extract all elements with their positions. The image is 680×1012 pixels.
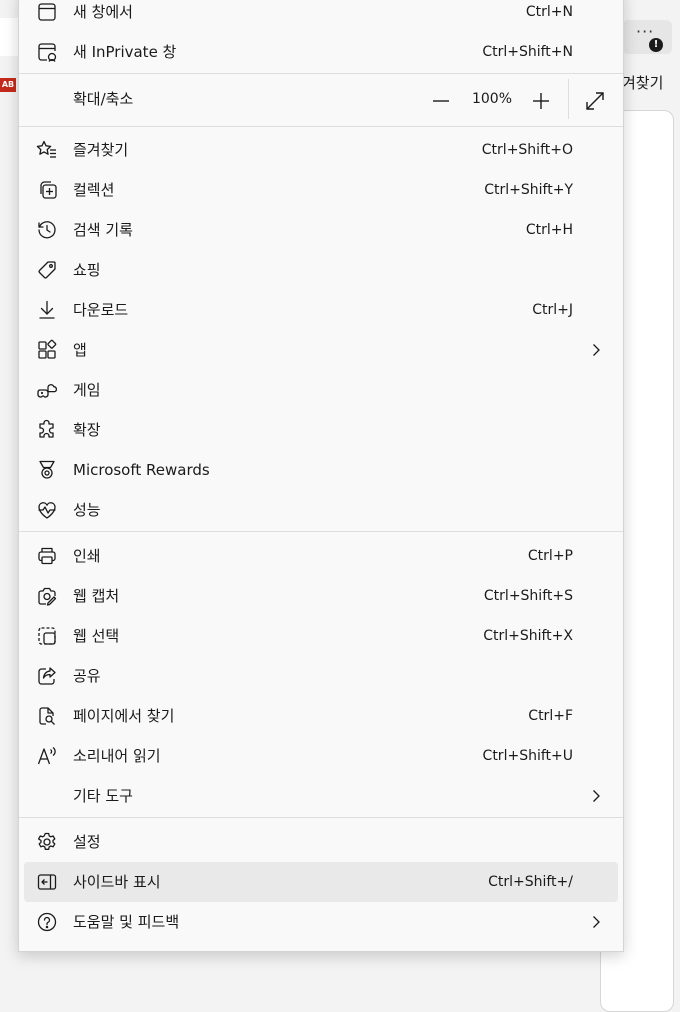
menu-item-web-capture[interactable]: 웹 캡처 Ctrl+Shift+S	[19, 576, 623, 616]
zoom-out-button[interactable]	[429, 89, 453, 113]
menu-item-shortcut: Ctrl+Shift+/	[488, 874, 573, 890]
menu-item-apps[interactable]: 앱	[19, 330, 623, 370]
menu-item-favorites[interactable]: 즐겨찾기 Ctrl+Shift+O	[19, 130, 623, 170]
settings-and-more-button[interactable]: ··· !	[622, 20, 672, 54]
inprivate-icon	[35, 40, 59, 64]
web-capture-icon	[35, 584, 59, 608]
menu-item-shortcut: Ctrl+Shift+U	[482, 748, 573, 764]
menu-item-shortcut: Ctrl+F	[528, 708, 573, 724]
new-window-icon	[35, 0, 59, 24]
menu-item-shortcut: Ctrl+Shift+S	[483, 588, 573, 604]
zoom-label: 확대/축소	[73, 90, 134, 108]
menu-item-shortcut: Ctrl+P	[527, 548, 573, 564]
apps-icon	[35, 338, 59, 362]
extensions-icon	[35, 418, 59, 442]
menu-item-print[interactable]: 인쇄 Ctrl+P	[19, 536, 623, 576]
chevron-right-icon	[588, 342, 604, 358]
shopping-tag-icon	[35, 258, 59, 282]
menu-item-shortcut: Ctrl+Shift+N	[482, 44, 573, 60]
menu-item-label: 새 InPrivate 창	[73, 43, 177, 61]
menu-item-label: 웹 선택	[73, 627, 120, 645]
menu-item-games[interactable]: 게임	[19, 370, 623, 410]
help-icon	[35, 910, 59, 934]
menu-item-new-window[interactable]: 새 창에서 Ctrl+N	[19, 0, 623, 32]
menu-item-label: 설정	[73, 833, 101, 851]
share-icon	[35, 664, 59, 688]
menu-item-performance[interactable]: 성능	[19, 490, 623, 530]
menu-item-find-in-page[interactable]: 페이지에서 찾기 Ctrl+F	[19, 696, 623, 736]
fullscreen-icon	[586, 92, 604, 110]
menu-item-label: 새 창에서	[73, 3, 133, 21]
chevron-right-icon	[588, 914, 604, 930]
sidebar-icon	[35, 870, 59, 894]
find-in-page-icon	[35, 704, 59, 728]
web-select-icon	[35, 624, 59, 648]
minus-icon	[433, 100, 449, 102]
zoom-in-button[interactable]	[529, 89, 553, 113]
menu-item-label: 웹 캡처	[73, 587, 120, 605]
menu-item-web-select[interactable]: 웹 선택 Ctrl+Shift+X	[19, 616, 623, 656]
menu-divider	[19, 817, 623, 818]
zoom-separator	[568, 79, 569, 119]
print-icon	[35, 544, 59, 568]
menu-item-label: 페이지에서 찾기	[73, 707, 175, 725]
menu-item-show-sidebar[interactable]: 사이드바 표시 Ctrl+Shift+/	[24, 862, 618, 902]
menu-item-label: 게임	[73, 381, 101, 399]
chevron-right-icon	[588, 788, 604, 804]
games-icon	[35, 378, 59, 402]
menu-item-label: 공유	[73, 667, 101, 685]
alert-badge-icon: !	[649, 38, 663, 52]
menu-item-label: 도움말 및 피드백	[73, 913, 180, 931]
menu-item-extensions[interactable]: 확장	[19, 410, 623, 450]
menu-item-read-aloud[interactable]: 소리내어 읽기 Ctrl+Shift+U	[19, 736, 623, 776]
menu-item-collections[interactable]: 컬렉션 Ctrl+Shift+Y	[19, 170, 623, 210]
menu-item-label: 쇼핑	[73, 261, 101, 279]
menu-divider	[19, 531, 623, 532]
history-icon	[35, 218, 59, 242]
menu-item-settings[interactable]: 설정	[19, 822, 623, 862]
menu-item-label: 사이드바 표시	[73, 873, 161, 891]
read-aloud-icon	[35, 744, 59, 768]
menu-item-rewards[interactable]: Microsoft Rewards	[19, 450, 623, 490]
download-icon	[35, 298, 59, 322]
menu-item-shortcut: Ctrl+N	[525, 4, 573, 20]
menu-item-label: 성능	[73, 501, 101, 519]
menu-item-label: 다운로드	[73, 301, 129, 319]
menu-item-new-inprivate[interactable]: 새 InPrivate 창 Ctrl+Shift+N	[19, 32, 623, 72]
zoom-value: 100%	[471, 91, 513, 107]
settings-gear-icon	[35, 830, 59, 854]
menu-item-shortcut: Ctrl+Shift+O	[481, 142, 573, 158]
menu-item-shopping[interactable]: 쇼핑	[19, 250, 623, 290]
menu-item-label: 검색 기록	[73, 221, 133, 239]
plus-icon	[533, 93, 549, 109]
favorite-ab-icon[interactable]: AB	[0, 78, 16, 92]
menu-item-shortcut: Ctrl+Shift+X	[483, 628, 573, 644]
menu-item-shortcut: Ctrl+Shift+Y	[484, 182, 573, 198]
menu-item-label: 컬렉션	[73, 181, 115, 199]
performance-heart-icon	[35, 498, 59, 522]
menu-item-shortcut: Ctrl+J	[532, 302, 573, 318]
rewards-medal-icon	[35, 458, 59, 482]
menu-item-history[interactable]: 검색 기록 Ctrl+H	[19, 210, 623, 250]
menu-item-label: 인쇄	[73, 547, 101, 565]
menu-item-label: Microsoft Rewards	[73, 461, 210, 479]
menu-item-label: 소리내어 읽기	[73, 747, 161, 765]
fullscreen-button[interactable]	[583, 89, 607, 113]
menu-item-label: 기타 도구	[73, 787, 133, 805]
menu-item-more-tools[interactable]: 기타 도구	[19, 776, 623, 816]
settings-menu: 새 창에서 Ctrl+N 새 InPrivate 창 Ctrl+Shift+N …	[18, 0, 624, 952]
menu-item-label: 앱	[73, 341, 87, 359]
menu-item-label: 확장	[73, 421, 101, 439]
collections-icon	[35, 178, 59, 202]
menu-divider	[19, 126, 623, 127]
menu-divider	[19, 73, 623, 74]
favorites-bar-label[interactable]: 겨찾기	[622, 72, 663, 93]
menu-item-help-feedback[interactable]: 도움말 및 피드백	[19, 902, 623, 942]
menu-item-shortcut: Ctrl+H	[525, 222, 573, 238]
address-bar-edge	[0, 18, 18, 56]
menu-item-label: 즐겨찾기	[73, 141, 129, 159]
menu-item-share[interactable]: 공유	[19, 656, 623, 696]
menu-item-downloads[interactable]: 다운로드 Ctrl+J	[19, 290, 623, 330]
favorites-icon	[35, 138, 59, 162]
